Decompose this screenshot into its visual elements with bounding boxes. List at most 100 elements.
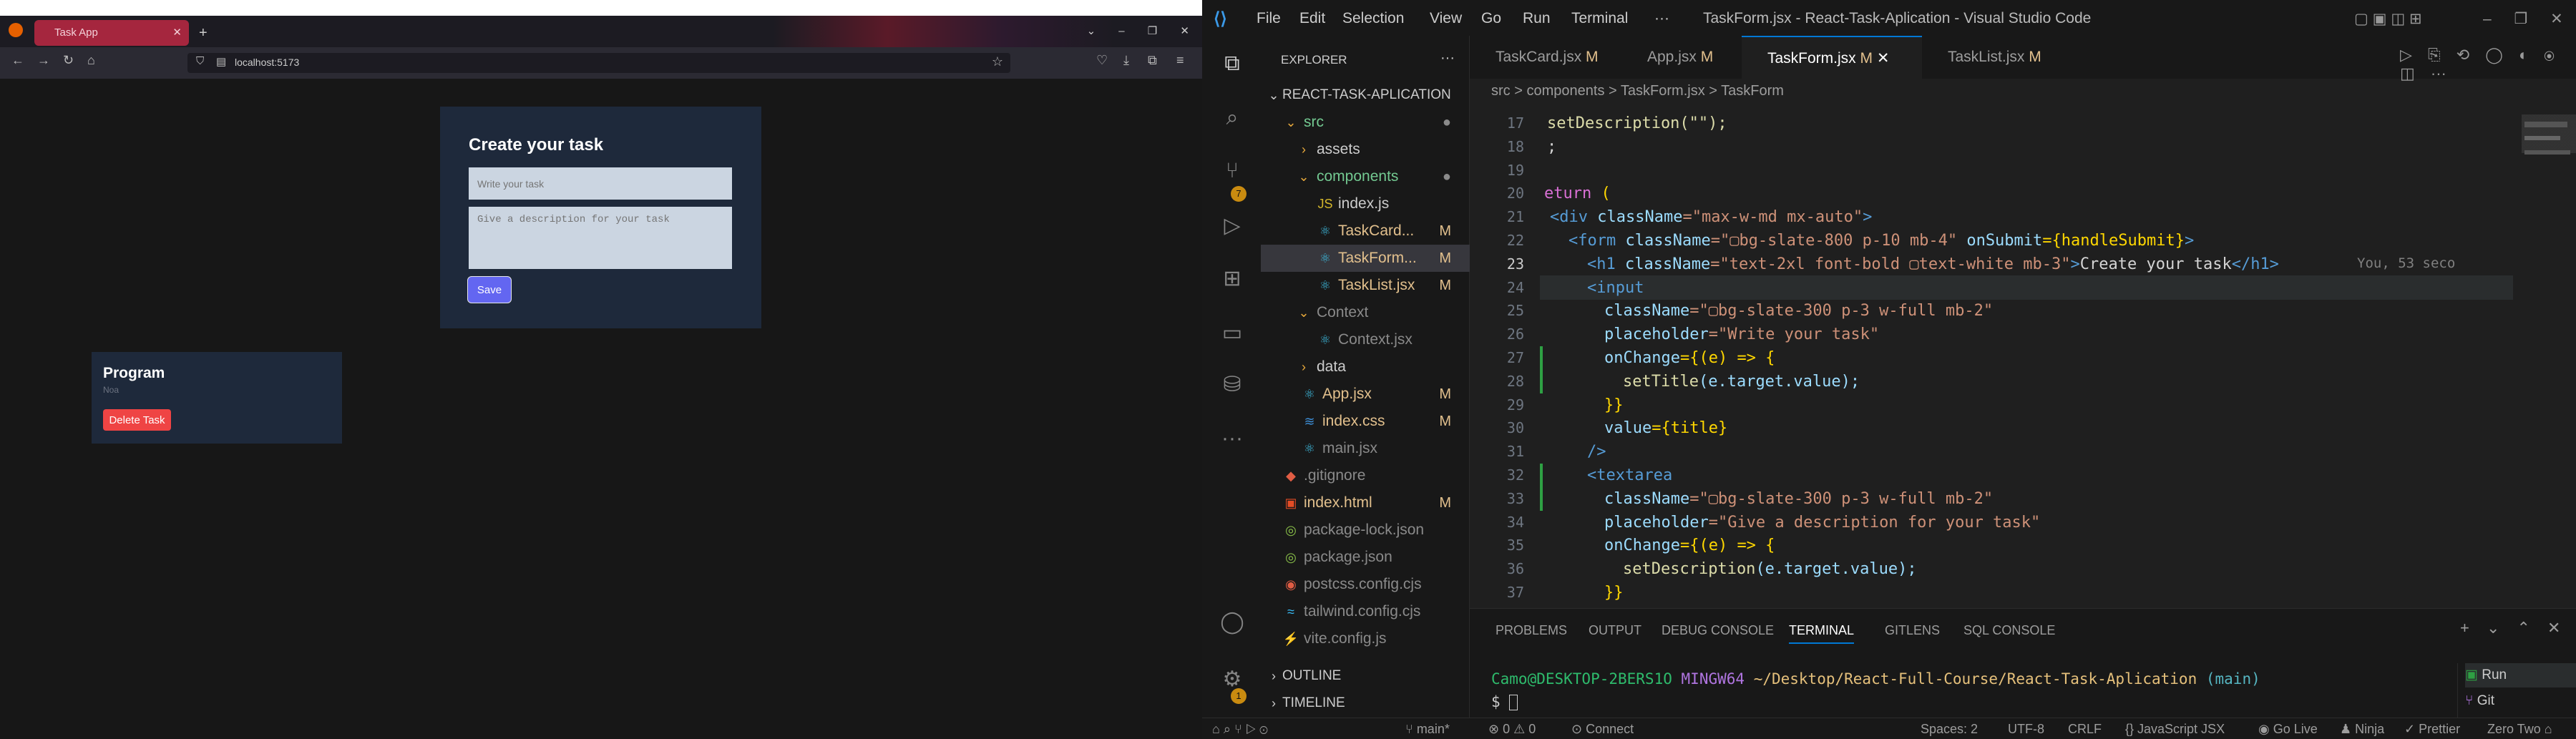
tree-item-label: package-lock.json — [1304, 522, 1425, 538]
remote-explorer-icon[interactable]: ▭ — [1218, 320, 1246, 349]
new-tab-button[interactable]: + — [199, 20, 208, 46]
menu-run[interactable]: Run — [1523, 10, 1551, 27]
tab-title: Task App — [54, 26, 98, 39]
delete-task-button[interactable]: Delete Task — [103, 409, 171, 431]
prettier-status[interactable]: ✓ Prettier — [2404, 722, 2460, 737]
tree-file-tailwind[interactable]: ≈ tailwind.config.cjs — [1261, 598, 1470, 625]
menu-go[interactable]: Go — [1481, 10, 1501, 27]
tree-file-package-json[interactable]: ◎ package.json — [1261, 544, 1470, 571]
tab-app[interactable]: App.jsx M — [1621, 36, 1742, 79]
source-control-icon[interactable]: ⑂ — [1218, 159, 1246, 187]
tree-file-taskform[interactable]: ⚛ TaskForm... M — [1261, 245, 1470, 272]
file-type-icon: › — [1302, 360, 1306, 374]
account-icon[interactable]: ◯ — [1218, 610, 1246, 638]
encoding-status[interactable]: UTF-8 — [2008, 722, 2044, 737]
extensions-icon[interactable]: ⧉ — [1148, 53, 1157, 68]
tree-file-vite[interactable]: ⚡ vite.config.js — [1261, 625, 1470, 652]
tree-file-taskcard[interactable]: ⚛ TaskCard... M — [1261, 217, 1470, 245]
panel-actions[interactable]: + ⌄ ⌃ ✕ — [2460, 619, 2561, 637]
editor-actions[interactable]: ▷ ⎘ ⟲ ◯ ◐ ⦿ ◫ ··· — [2400, 46, 2576, 83]
tab-problems[interactable]: PROBLEMS — [1496, 623, 1567, 638]
timeline-section[interactable]: › TIMELINE — [1261, 690, 1470, 717]
extensions-icon[interactable]: ⊞ — [1218, 266, 1246, 295]
terminal-input-line[interactable]: $ — [1491, 693, 1518, 710]
tree-folder-context[interactable]: ⌄ Context — [1261, 299, 1470, 326]
tree-file-tasklist[interactable]: ⚛ TaskList.jsx M — [1261, 272, 1470, 299]
tab-tasklist[interactable]: TaskList.jsx M — [1922, 36, 2079, 79]
search-icon[interactable]: ⌕ — [1218, 106, 1246, 134]
browser-tab[interactable]: Task App ✕ — [34, 20, 189, 46]
language-status[interactable]: {} JavaScript JSX — [2125, 722, 2225, 737]
tree-folder-src[interactable]: ⌄ src ● — [1261, 109, 1470, 136]
home-icon[interactable]: ⌂ — [87, 53, 95, 68]
problems-status[interactable]: ⊗ 0 ⚠ 0 — [1488, 722, 1536, 737]
address-bar[interactable]: ⛉ ▤ localhost:5173 ☆ — [187, 53, 1010, 73]
menu-view[interactable]: View — [1430, 10, 1462, 27]
file-type-icon: ⚛ — [1319, 278, 1332, 293]
tree-file-index-js[interactable]: JS index.js — [1261, 190, 1470, 217]
tab-taskform[interactable]: TaskForm.jsx M ✕ — [1742, 36, 1922, 79]
more-actions-icon[interactable]: ··· — [1440, 50, 1455, 67]
tab-gitlens[interactable]: GITLENS — [1885, 623, 1940, 638]
project-root[interactable]: ⌄ REACT-TASK-APLICATION — [1261, 82, 1470, 109]
outline-section[interactable]: › OUTLINE — [1261, 662, 1470, 690]
tree-file-index-html[interactable]: ▣ index.html M — [1261, 489, 1470, 517]
task-description-textarea[interactable] — [469, 207, 732, 269]
database-icon[interactable]: ⛁ — [1218, 372, 1246, 401]
menu-selection[interactable]: Selection — [1342, 10, 1404, 27]
tree-item-label: .gitignore — [1304, 467, 1366, 484]
menu-icon[interactable]: ≡ — [1176, 53, 1184, 68]
window-controls[interactable]: – ❐ ✕ — [2483, 10, 2563, 28]
bookmark-icon[interactable]: ☆ — [992, 54, 1003, 69]
explorer-icon[interactable]: ⧉ — [1218, 52, 1246, 80]
chevron-right-icon: › — [1272, 669, 1276, 683]
tree-file-postcss[interactable]: ◉ postcss.config.cjs — [1261, 571, 1470, 598]
tree-file-index-css[interactable]: ≋ index.css M — [1261, 408, 1470, 435]
menu-terminal[interactable]: Terminal — [1571, 10, 1628, 27]
branch-status[interactable]: ⑂ main* — [1405, 722, 1450, 737]
tree-file-main[interactable]: ⚛ main.jsx — [1261, 435, 1470, 462]
go-live-status[interactable]: ◉ Go Live — [2258, 722, 2318, 737]
status-icons[interactable]: ⌂ ⌕ ⑂ ▷ ⊙ — [1212, 722, 1268, 737]
tab-taskcard[interactable]: TaskCard.jsx M — [1470, 36, 1621, 79]
eol-status[interactable]: CRLF — [2068, 722, 2102, 737]
terminal-item-run[interactable]: ▣ Run — [2465, 663, 2576, 687]
window-controls[interactable]: ⌄ – ❐ ✕ — [1087, 24, 1189, 37]
tab-debug-console[interactable]: DEBUG CONSOLE — [1662, 623, 1774, 638]
ninja-status[interactable]: ♟ Ninja — [2340, 722, 2384, 737]
tree-folder-assets[interactable]: › assets — [1261, 136, 1470, 163]
tab-output[interactable]: OUTPUT — [1589, 623, 1641, 638]
pocket-icon[interactable]: ♡ — [1096, 53, 1108, 68]
back-icon[interactable]: ← — [11, 53, 24, 68]
line-number: 24 — [1506, 278, 1524, 296]
connect-status[interactable]: ⊙ Connect — [1571, 722, 1634, 737]
close-icon[interactable]: ✕ — [1877, 50, 1890, 67]
layout-icons[interactable]: ▢ ▣ ◫ ⊞ — [2354, 10, 2422, 28]
run-debug-icon[interactable]: ▷ — [1218, 213, 1246, 242]
download-icon[interactable]: ⤓ — [1123, 53, 1129, 68]
save-button[interactable]: Save — [467, 276, 512, 303]
git-change-marker — [1540, 346, 1543, 393]
tab-sql-console[interactable]: SQL CONSOLE — [1963, 623, 2055, 638]
terminal-item-git[interactable]: ⑂ Git — [2465, 689, 2494, 713]
menu-more[interactable]: ··· — [1654, 10, 1669, 27]
indent-status[interactable]: Spaces: 2 — [1921, 722, 1978, 737]
menu-edit[interactable]: Edit — [1299, 10, 1325, 27]
tree-file-context[interactable]: ⚛ Context.jsx — [1261, 326, 1470, 353]
menu-file[interactable]: File — [1257, 10, 1281, 27]
minimap[interactable] — [2522, 114, 2576, 243]
tree-file-gitignore[interactable]: ◆ .gitignore — [1261, 462, 1470, 489]
tree-file-app[interactable]: ⚛ App.jsx M — [1261, 381, 1470, 408]
theme-status[interactable]: Zero Two ⌂ — [2487, 722, 2552, 737]
close-icon[interactable]: ✕ — [172, 20, 182, 46]
line-number: 17 — [1506, 114, 1524, 132]
reload-icon[interactable]: ↻ — [63, 53, 74, 68]
file-type-icon: ⚛ — [1319, 224, 1332, 238]
tab-terminal[interactable]: TERMINAL — [1789, 623, 1855, 644]
tree-file-package-lock[interactable]: ◎ package-lock.json — [1261, 517, 1470, 544]
tree-folder-data[interactable]: › data — [1261, 353, 1470, 381]
forward-icon[interactable]: → — [37, 53, 50, 68]
task-title-input[interactable] — [469, 167, 732, 200]
more-icon[interactable]: ··· — [1218, 426, 1246, 455]
tree-folder-components[interactable]: ⌄ components ● — [1261, 163, 1470, 190]
